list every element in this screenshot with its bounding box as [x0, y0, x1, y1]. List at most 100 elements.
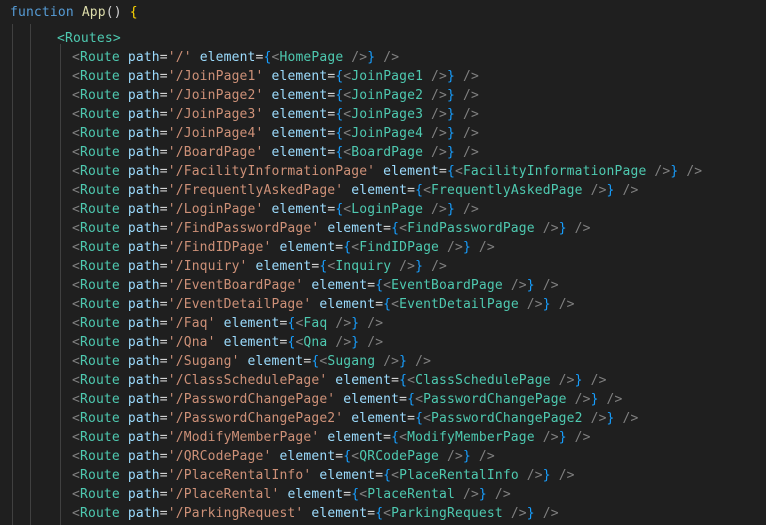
- route-component: ClassSchedulePage: [415, 373, 551, 388]
- indent-guide: [12, 24, 13, 525]
- code-line-route: <Route path='/Sugang' element={<Sugang /…: [72, 352, 766, 371]
- code-line-route: <Route path='/ClassSchedulePage' element…: [72, 371, 766, 390]
- code-line-route: <Route path='/ModifyMemberPage' element=…: [72, 428, 766, 447]
- jsx-close-brace: }: [606, 411, 615, 426]
- tag-bracket: />: [423, 126, 448, 141]
- tag-bracket: <: [72, 506, 80, 521]
- element-attr: element: [199, 50, 256, 65]
- equals: =: [159, 88, 168, 103]
- equals: =: [159, 449, 168, 464]
- element-attr: element: [287, 487, 344, 502]
- path-attr: path: [127, 373, 160, 388]
- jsx-close-brace: }: [558, 430, 567, 445]
- route-path: '/Qna': [167, 335, 216, 350]
- tag-bracket: <: [415, 392, 424, 407]
- equals: =: [407, 183, 416, 198]
- equals: =: [159, 411, 168, 426]
- tag-bracket: <: [399, 430, 408, 445]
- equals: =: [159, 297, 168, 312]
- tag-bracket: />: [582, 183, 607, 198]
- route-path: '/FindIDPage': [167, 240, 272, 255]
- jsx-close-brace: }: [526, 506, 535, 521]
- jsx-close-brace: }: [526, 278, 535, 293]
- jsx-open-brace: {: [399, 373, 408, 388]
- tag-bracket: />: [566, 430, 591, 445]
- function-name: App: [81, 5, 106, 20]
- equals: =: [159, 392, 168, 407]
- equals: =: [159, 259, 168, 274]
- tag-bracket: <: [72, 354, 80, 369]
- path-attr: path: [127, 487, 160, 502]
- tag-bracket: <: [72, 297, 80, 312]
- equals: =: [159, 50, 168, 65]
- code-line-route: <Route path='/ParkingRequest' element={<…: [72, 504, 766, 523]
- equals: =: [407, 411, 416, 426]
- element-attr: element: [311, 506, 368, 521]
- route-tag: Route: [79, 468, 120, 483]
- code-editor[interactable]: function App() { <Routes> <Route path='/…: [0, 0, 766, 525]
- route-component: BoardPage: [351, 145, 424, 160]
- code-line-route: <Route path='/FacilityInformationPage' e…: [72, 162, 766, 181]
- tag-bracket: />: [423, 88, 448, 103]
- path-attr: path: [127, 145, 160, 160]
- element-attr: element: [255, 259, 312, 274]
- path-attr: path: [127, 468, 160, 483]
- path-attr: path: [127, 430, 160, 445]
- jsx-open-brace: {: [446, 164, 455, 179]
- tag-bracket: />: [455, 145, 479, 160]
- tag-bracket: <: [72, 88, 80, 103]
- route-tag: Route: [79, 316, 120, 331]
- code-line-function-header: function App() {: [10, 3, 766, 22]
- element-attr: element: [223, 316, 280, 331]
- code-line-route: <Route path='/PasswordChangePage' elemen…: [72, 390, 766, 409]
- route-component: ModifyMemberPage: [407, 430, 535, 445]
- route-component: FindPasswordPage: [407, 221, 535, 236]
- route-path: '/JoinPage4': [167, 126, 264, 141]
- tag-bracket: />: [439, 449, 463, 464]
- equals: =: [383, 430, 392, 445]
- path-attr: path: [127, 221, 160, 236]
- tag-bracket: />: [502, 506, 527, 521]
- tag-bracket: />: [423, 107, 448, 122]
- tag-bracket: />: [598, 392, 623, 407]
- path-attr: path: [127, 202, 160, 217]
- route-path: '/JoinPage1': [167, 69, 264, 84]
- path-attr: path: [127, 50, 160, 65]
- path-attr: path: [127, 354, 160, 369]
- route-component: QRCodePage: [359, 449, 440, 464]
- route-tag: Route: [79, 88, 120, 103]
- code-line-route: <Route path='/QRCodePage' element={<QRCo…: [72, 447, 766, 466]
- route-path: '/BoardPage': [167, 145, 264, 160]
- element-attr: element: [311, 278, 368, 293]
- tag-bracket: />: [534, 278, 559, 293]
- tag-bracket: />: [455, 126, 479, 141]
- equals: =: [159, 316, 168, 331]
- path-attr: path: [127, 335, 160, 350]
- equals: =: [439, 164, 447, 179]
- tag-bracket: />: [470, 240, 495, 255]
- tag-bracket: />: [486, 487, 511, 502]
- jsx-open-brace: {: [383, 297, 392, 312]
- tag-bracket: />: [423, 69, 448, 84]
- jsx-open-brace: {: [263, 50, 272, 65]
- tag-bracket: />: [518, 297, 543, 312]
- tag-bracket: <: [391, 468, 400, 483]
- tag-bracket: />: [646, 164, 671, 179]
- tag-bracket: <: [72, 183, 80, 198]
- route-component: JoinPage1: [351, 69, 424, 84]
- route-tag: Route: [79, 297, 120, 312]
- element-attr: element: [319, 297, 376, 312]
- route-tag: Route: [79, 373, 120, 388]
- tag-bracket: />: [678, 164, 703, 179]
- route-component: JoinPage3: [351, 107, 424, 122]
- equals: =: [159, 145, 168, 160]
- route-component: FacilityInformationPage: [462, 164, 647, 179]
- route-tag: Route: [79, 69, 120, 84]
- equals: =: [159, 430, 168, 445]
- tag-bracket: />: [518, 468, 543, 483]
- route-path: '/ParkingRequest': [167, 506, 304, 521]
- tag-bracket: <: [454, 164, 463, 179]
- tag-bracket: <: [72, 69, 80, 84]
- jsx-close-brace: }: [399, 354, 408, 369]
- equals: =: [159, 183, 168, 198]
